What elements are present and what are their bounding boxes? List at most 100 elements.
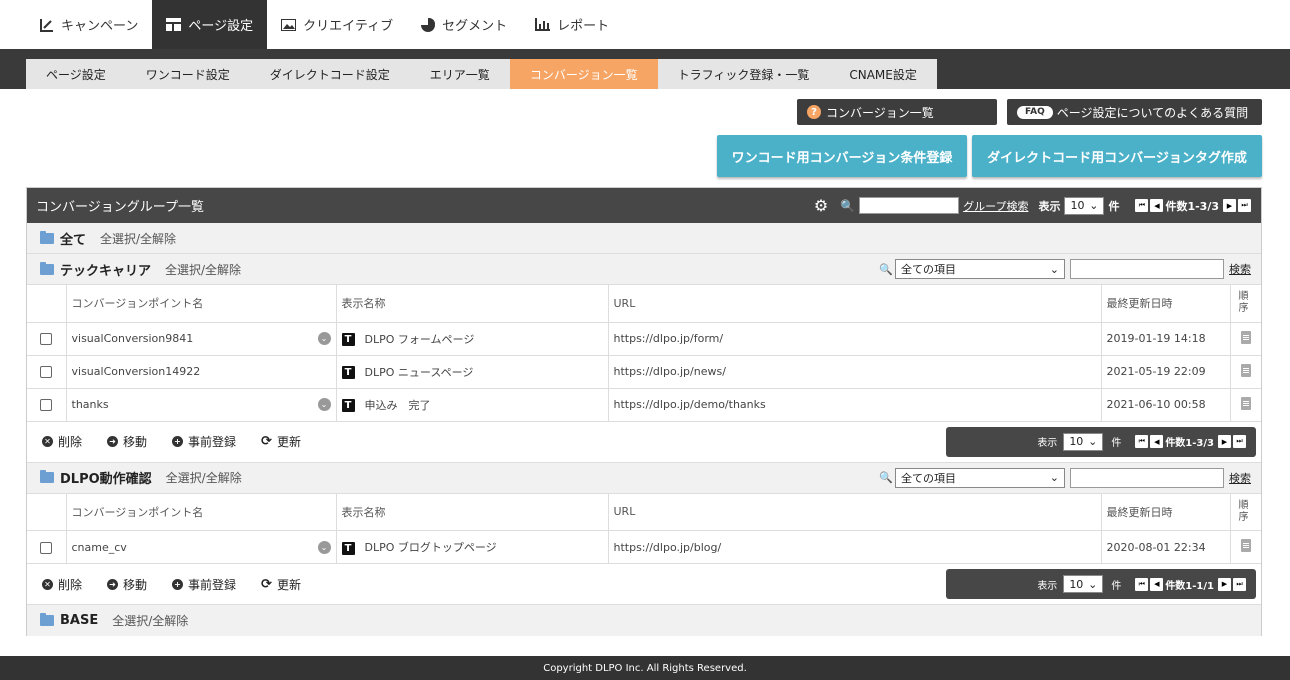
url-cell: https://dlpo.jp/blog/ (608, 530, 1102, 564)
prev-page-icon[interactable]: ◀ (1150, 577, 1164, 591)
select-all-toggle[interactable]: 全選択/全解除 (112, 612, 188, 629)
search-field-select[interactable]: 全ての項目 ⌄ (895, 259, 1065, 279)
last-page-icon[interactable]: ⏭ (1233, 435, 1246, 448)
group-name: 全て (60, 232, 87, 248)
chevron-down-icon[interactable]: ⌄ (317, 540, 331, 554)
row-checkbox[interactable] (40, 366, 53, 378)
search-field-select[interactable]: 全ての項目 ⌄ (895, 467, 1065, 488)
group-search-input[interactable] (859, 197, 960, 214)
text-type-icon: T (341, 399, 355, 412)
directcode-conversion-tag-button[interactable]: ダイレクトコード用コンバージョンタグ作成 (972, 135, 1262, 177)
topnav-report[interactable]: レポート (521, 0, 623, 49)
col-order: 順序 (1230, 493, 1261, 531)
url-cell: https://dlpo.jp/form/ (608, 322, 1102, 356)
group-search-input[interactable] (1070, 467, 1224, 488)
plus-circle-icon: + (172, 578, 184, 590)
cp-name: cname_cv (71, 540, 127, 554)
group-name: テックキャリア (60, 263, 152, 279)
topnav-campaign[interactable]: キャンペーン (26, 0, 152, 49)
topnav-segment[interactable]: セグメント (407, 0, 521, 49)
faq-button[interactable]: FAQ ページ設定についてのよくある質問 (1007, 99, 1262, 125)
show-label: 表示 (1037, 580, 1058, 592)
next-page-icon[interactable]: ▶ (1223, 199, 1236, 212)
move-label: 移動 (123, 577, 148, 592)
last-page-icon[interactable]: ⏭ (1238, 199, 1251, 212)
table-row[interactable]: cname_cv ⌄ T DLPO ブログトップページ https://dlpo.j… (27, 530, 1261, 564)
topnav-creative[interactable]: クリエイティブ (267, 0, 407, 49)
refresh-button[interactable]: ⟳ 更新 (261, 576, 301, 593)
delete-button[interactable]: ✕ 削除 (42, 576, 82, 593)
first-page-icon[interactable]: ⏮ (1135, 577, 1149, 591)
conversion-table: コンバージョンポイント名 表示名称 URL 最終更新日時 順序 visualCo… (27, 285, 1261, 422)
row-checkbox[interactable] (40, 541, 53, 554)
col-url: URL (608, 285, 1102, 323)
drag-handle-icon[interactable] (1240, 330, 1251, 344)
group-row-dlpo-check[interactable]: DLPO動作確認 全選択/全解除 🔍 全ての項目 ⌄ 検索 (27, 462, 1261, 494)
tab-onecode[interactable]: ワンコード設定 (125, 59, 250, 89)
next-page-icon[interactable]: ▶ (1218, 435, 1231, 448)
table-row[interactable]: visualConversion14922 T DLPO ニュースページ http… (27, 355, 1261, 389)
select-all-toggle[interactable]: 全選択/全解除 (100, 230, 176, 247)
next-page-icon[interactable]: ▶ (1218, 577, 1231, 591)
group-search-link[interactable]: グループ検索 (963, 198, 1028, 214)
group-row-all[interactable]: 全て 全選択/全解除 (27, 223, 1261, 254)
last-page-icon[interactable]: ⏭ (1233, 577, 1246, 591)
col-url: URL (608, 493, 1102, 531)
search-field-value: 全ての項目 (901, 263, 956, 276)
move-button[interactable]: ➜ 移動 (107, 433, 147, 450)
per-page-select[interactable]: 10 ⌄ (1063, 432, 1104, 451)
pre-register-button[interactable]: + 事前登録 (172, 433, 236, 450)
drag-handle-icon[interactable] (1240, 539, 1251, 552)
tab-traffic[interactable]: トラフィック登録・一覧 (657, 59, 830, 89)
refresh-button[interactable]: ⟳ 更新 (261, 433, 301, 450)
page-count: 件数1-3/3 (1165, 438, 1214, 449)
group-row-base[interactable]: BASE 全選択/全解除 (27, 605, 1261, 636)
drag-handle-icon[interactable] (1240, 363, 1251, 377)
faq-label: ページ設定についてのよくある質問 (1056, 105, 1249, 120)
select-all-toggle[interactable]: 全選択/全解除 (165, 261, 241, 278)
first-page-icon[interactable]: ⏮ (1135, 435, 1149, 448)
tab-conversion-list[interactable]: コンバージョン一覧 (509, 59, 658, 89)
sub-nav: ページ設定 ワンコード設定 ダイレクトコード設定 エリア一覧 コンバージョン一覧… (0, 49, 1290, 89)
drag-handle-icon[interactable] (1240, 396, 1251, 410)
first-page-icon[interactable]: ⏮ (1135, 199, 1149, 212)
group-search-input[interactable] (1070, 259, 1224, 279)
folder-icon (40, 261, 54, 275)
tab-area-list[interactable]: エリア一覧 (409, 59, 510, 89)
tab-page-settings[interactable]: ページ設定 (26, 59, 126, 89)
gear-icon[interactable]: ⚙ (814, 196, 828, 215)
table-header-row: コンバージョンポイント名 表示名称 URL 最終更新日時 順序 (27, 493, 1261, 531)
faq-badge: FAQ (1017, 105, 1053, 119)
conversion-help-button[interactable]: ? コンバージョン一覧 (797, 99, 997, 125)
chevron-down-icon[interactable]: ⌄ (317, 398, 331, 411)
unit-label: 件 (1111, 580, 1122, 592)
table-row[interactable]: thanks ⌄ T 申込み 完了 https://dlpo.jp/demo/tha… (27, 388, 1261, 422)
prev-page-icon[interactable]: ◀ (1150, 199, 1164, 212)
onecode-conversion-register-button[interactable]: ワンコード用コンバージョン条件登録 (717, 135, 967, 177)
select-all-toggle[interactable]: 全選択/全解除 (166, 469, 242, 486)
search-link[interactable]: 検索 (1229, 470, 1251, 486)
text-type-icon: T (341, 333, 355, 346)
chevron-down-icon[interactable]: ⌄ (317, 332, 331, 345)
pre-register-button[interactable]: + 事前登録 (172, 576, 236, 593)
refresh-label: 更新 (276, 577, 301, 592)
close-circle-icon: ✕ (42, 436, 53, 447)
topnav-page-settings[interactable]: ページ設定 (152, 0, 268, 49)
delete-label: 削除 (58, 435, 83, 449)
search-link[interactable]: 検索 (1229, 261, 1251, 277)
delete-button[interactable]: ✕ 削除 (42, 433, 82, 450)
edit-chart-icon (40, 18, 53, 32)
per-page-select[interactable]: 10 ⌄ (1063, 575, 1104, 593)
row-checkbox[interactable] (40, 399, 53, 411)
row-checkbox[interactable] (40, 333, 53, 345)
table-row[interactable]: visualConversion9841 ⌄ T DLPO フォームページ http… (27, 322, 1261, 356)
layout-icon (166, 18, 182, 31)
prev-page-icon[interactable]: ◀ (1150, 435, 1164, 448)
chevron-down-icon: ⌄ (1049, 471, 1059, 484)
topnav-label: クリエイティブ (303, 19, 394, 34)
group-row-tech-career[interactable]: テックキャリア 全選択/全解除 🔍 全ての項目 ⌄ 検索 (27, 254, 1261, 285)
tab-cname[interactable]: CNAME設定 (829, 59, 937, 89)
per-page-select[interactable]: 10 ⌄ (1064, 196, 1105, 215)
tab-directcode[interactable]: ダイレクトコード設定 (249, 59, 410, 89)
move-button[interactable]: ➜ 移動 (107, 576, 147, 593)
